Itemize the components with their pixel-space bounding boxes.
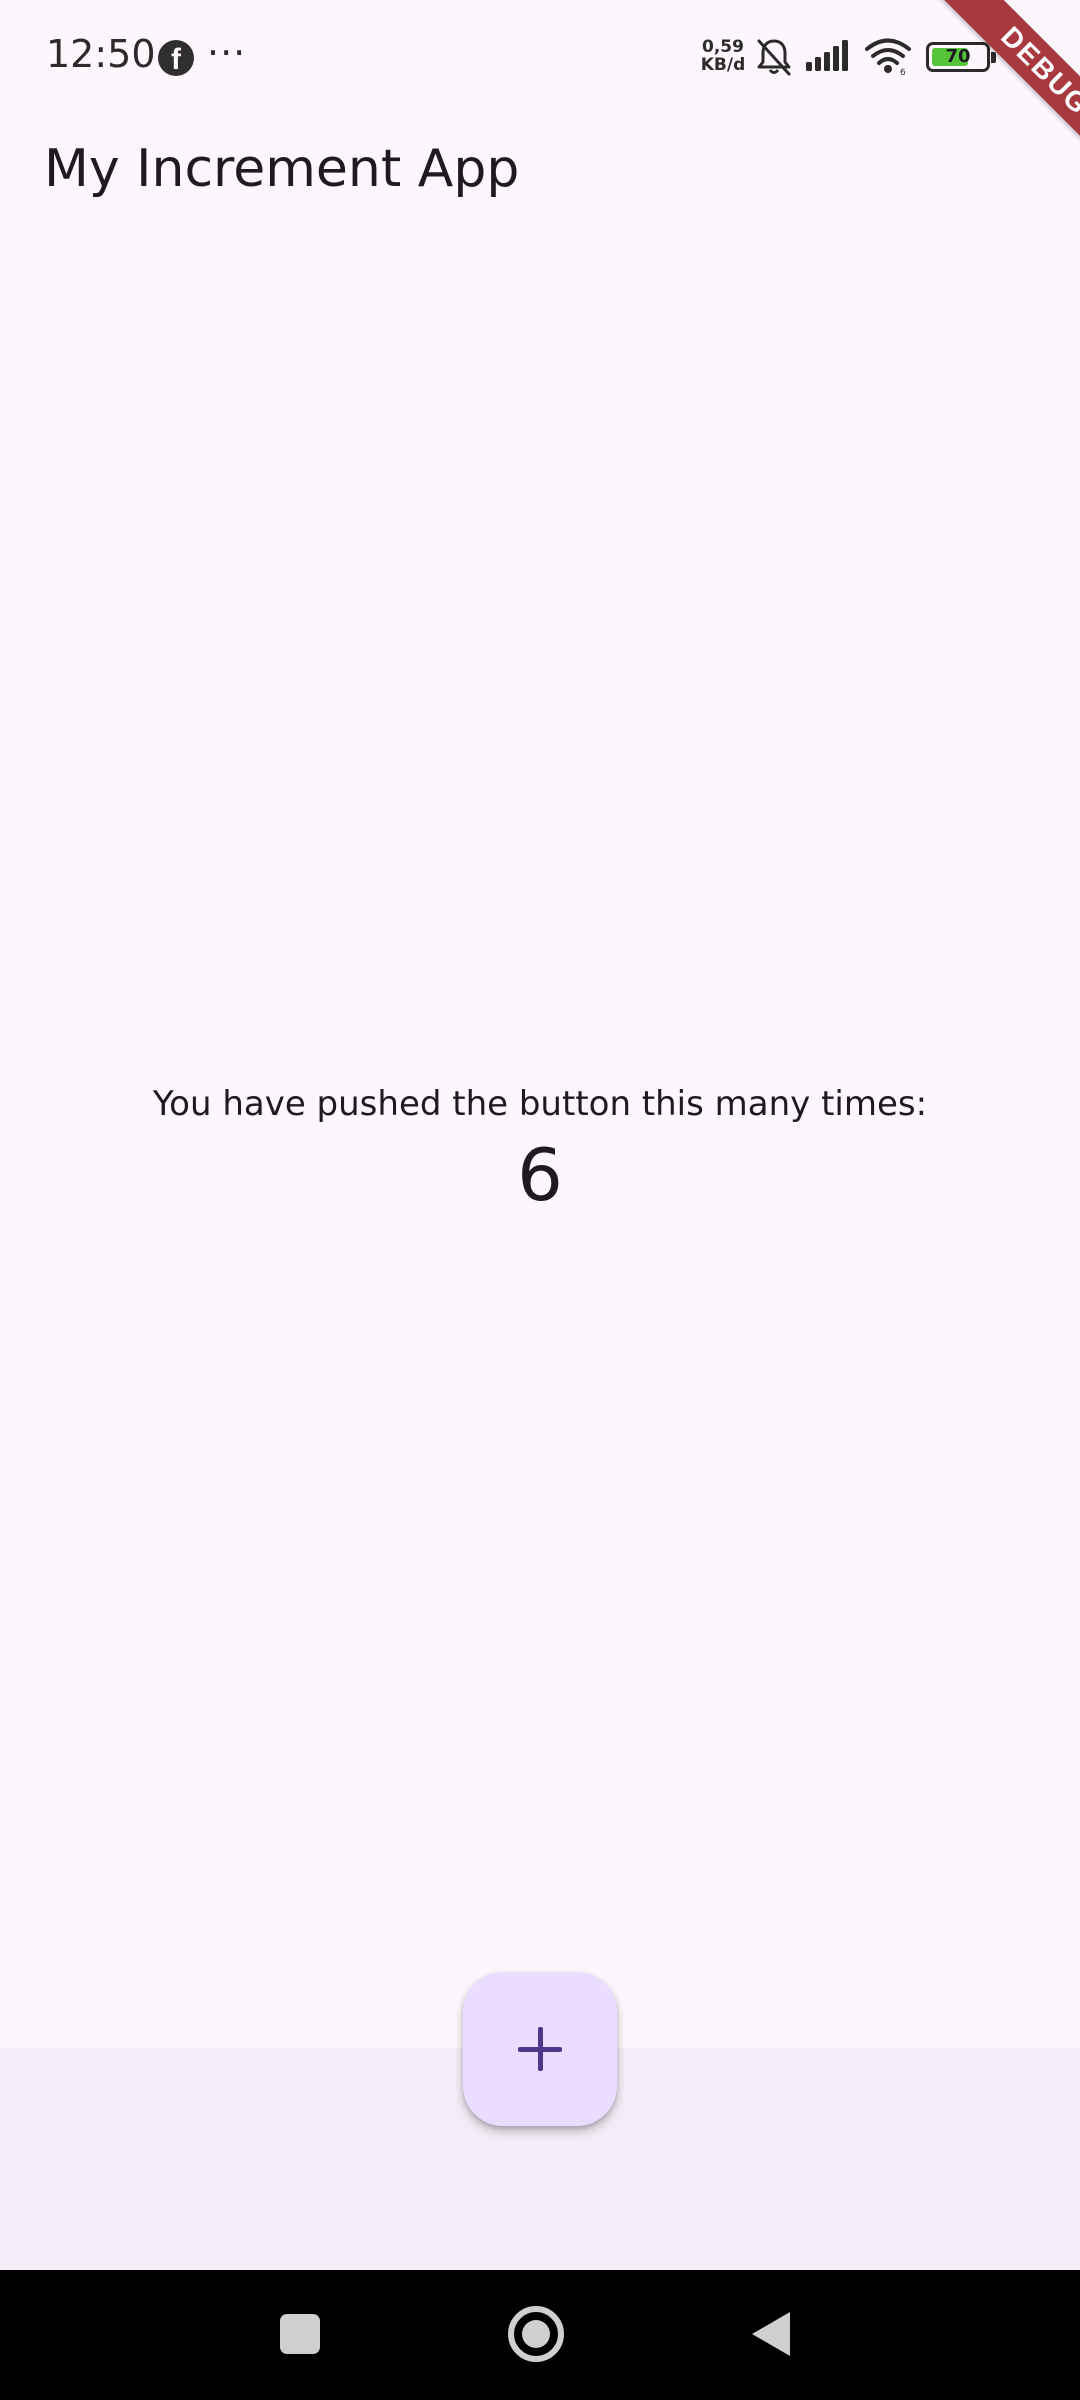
wifi-icon: 6 bbox=[865, 38, 911, 76]
battery-level: 70 bbox=[945, 46, 971, 67]
svg-text:6: 6 bbox=[900, 68, 906, 76]
recents-button[interactable] bbox=[280, 2314, 320, 2354]
counter-value: 6 bbox=[517, 1133, 563, 1217]
counter-area: You have pushed the button this many tim… bbox=[0, 1080, 1080, 1220]
home-button[interactable] bbox=[508, 2306, 564, 2362]
add-icon bbox=[518, 2027, 562, 2071]
status-time: 12:50 bbox=[46, 32, 156, 76]
system-nav-bar bbox=[0, 2270, 1080, 2400]
more-icon: ··· bbox=[207, 31, 247, 75]
facebook-icon: f bbox=[158, 40, 194, 76]
status-bar: 12:50 f ··· 0,59 KB/d 6 70 bbox=[0, 0, 1080, 115]
back-button[interactable] bbox=[752, 2312, 790, 2356]
battery-tip bbox=[991, 52, 996, 63]
battery-icon: 70 bbox=[926, 42, 996, 72]
app-screen: 12:50 f ··· 0,59 KB/d 6 70 DEBUG My Incr… bbox=[0, 0, 1080, 2400]
increment-button[interactable] bbox=[463, 1972, 617, 2126]
signal-icon bbox=[806, 40, 848, 71]
network-speed-value: 0,59 bbox=[702, 37, 744, 57]
page-title: My Increment App bbox=[44, 139, 520, 199]
bell-off-icon bbox=[757, 39, 791, 76]
app-bar: My Increment App bbox=[0, 115, 1080, 235]
counter-label: You have pushed the button this many tim… bbox=[152, 1084, 928, 1124]
network-speed: 0,59 KB/d bbox=[697, 38, 749, 74]
network-speed-unit: KB/d bbox=[700, 55, 746, 75]
